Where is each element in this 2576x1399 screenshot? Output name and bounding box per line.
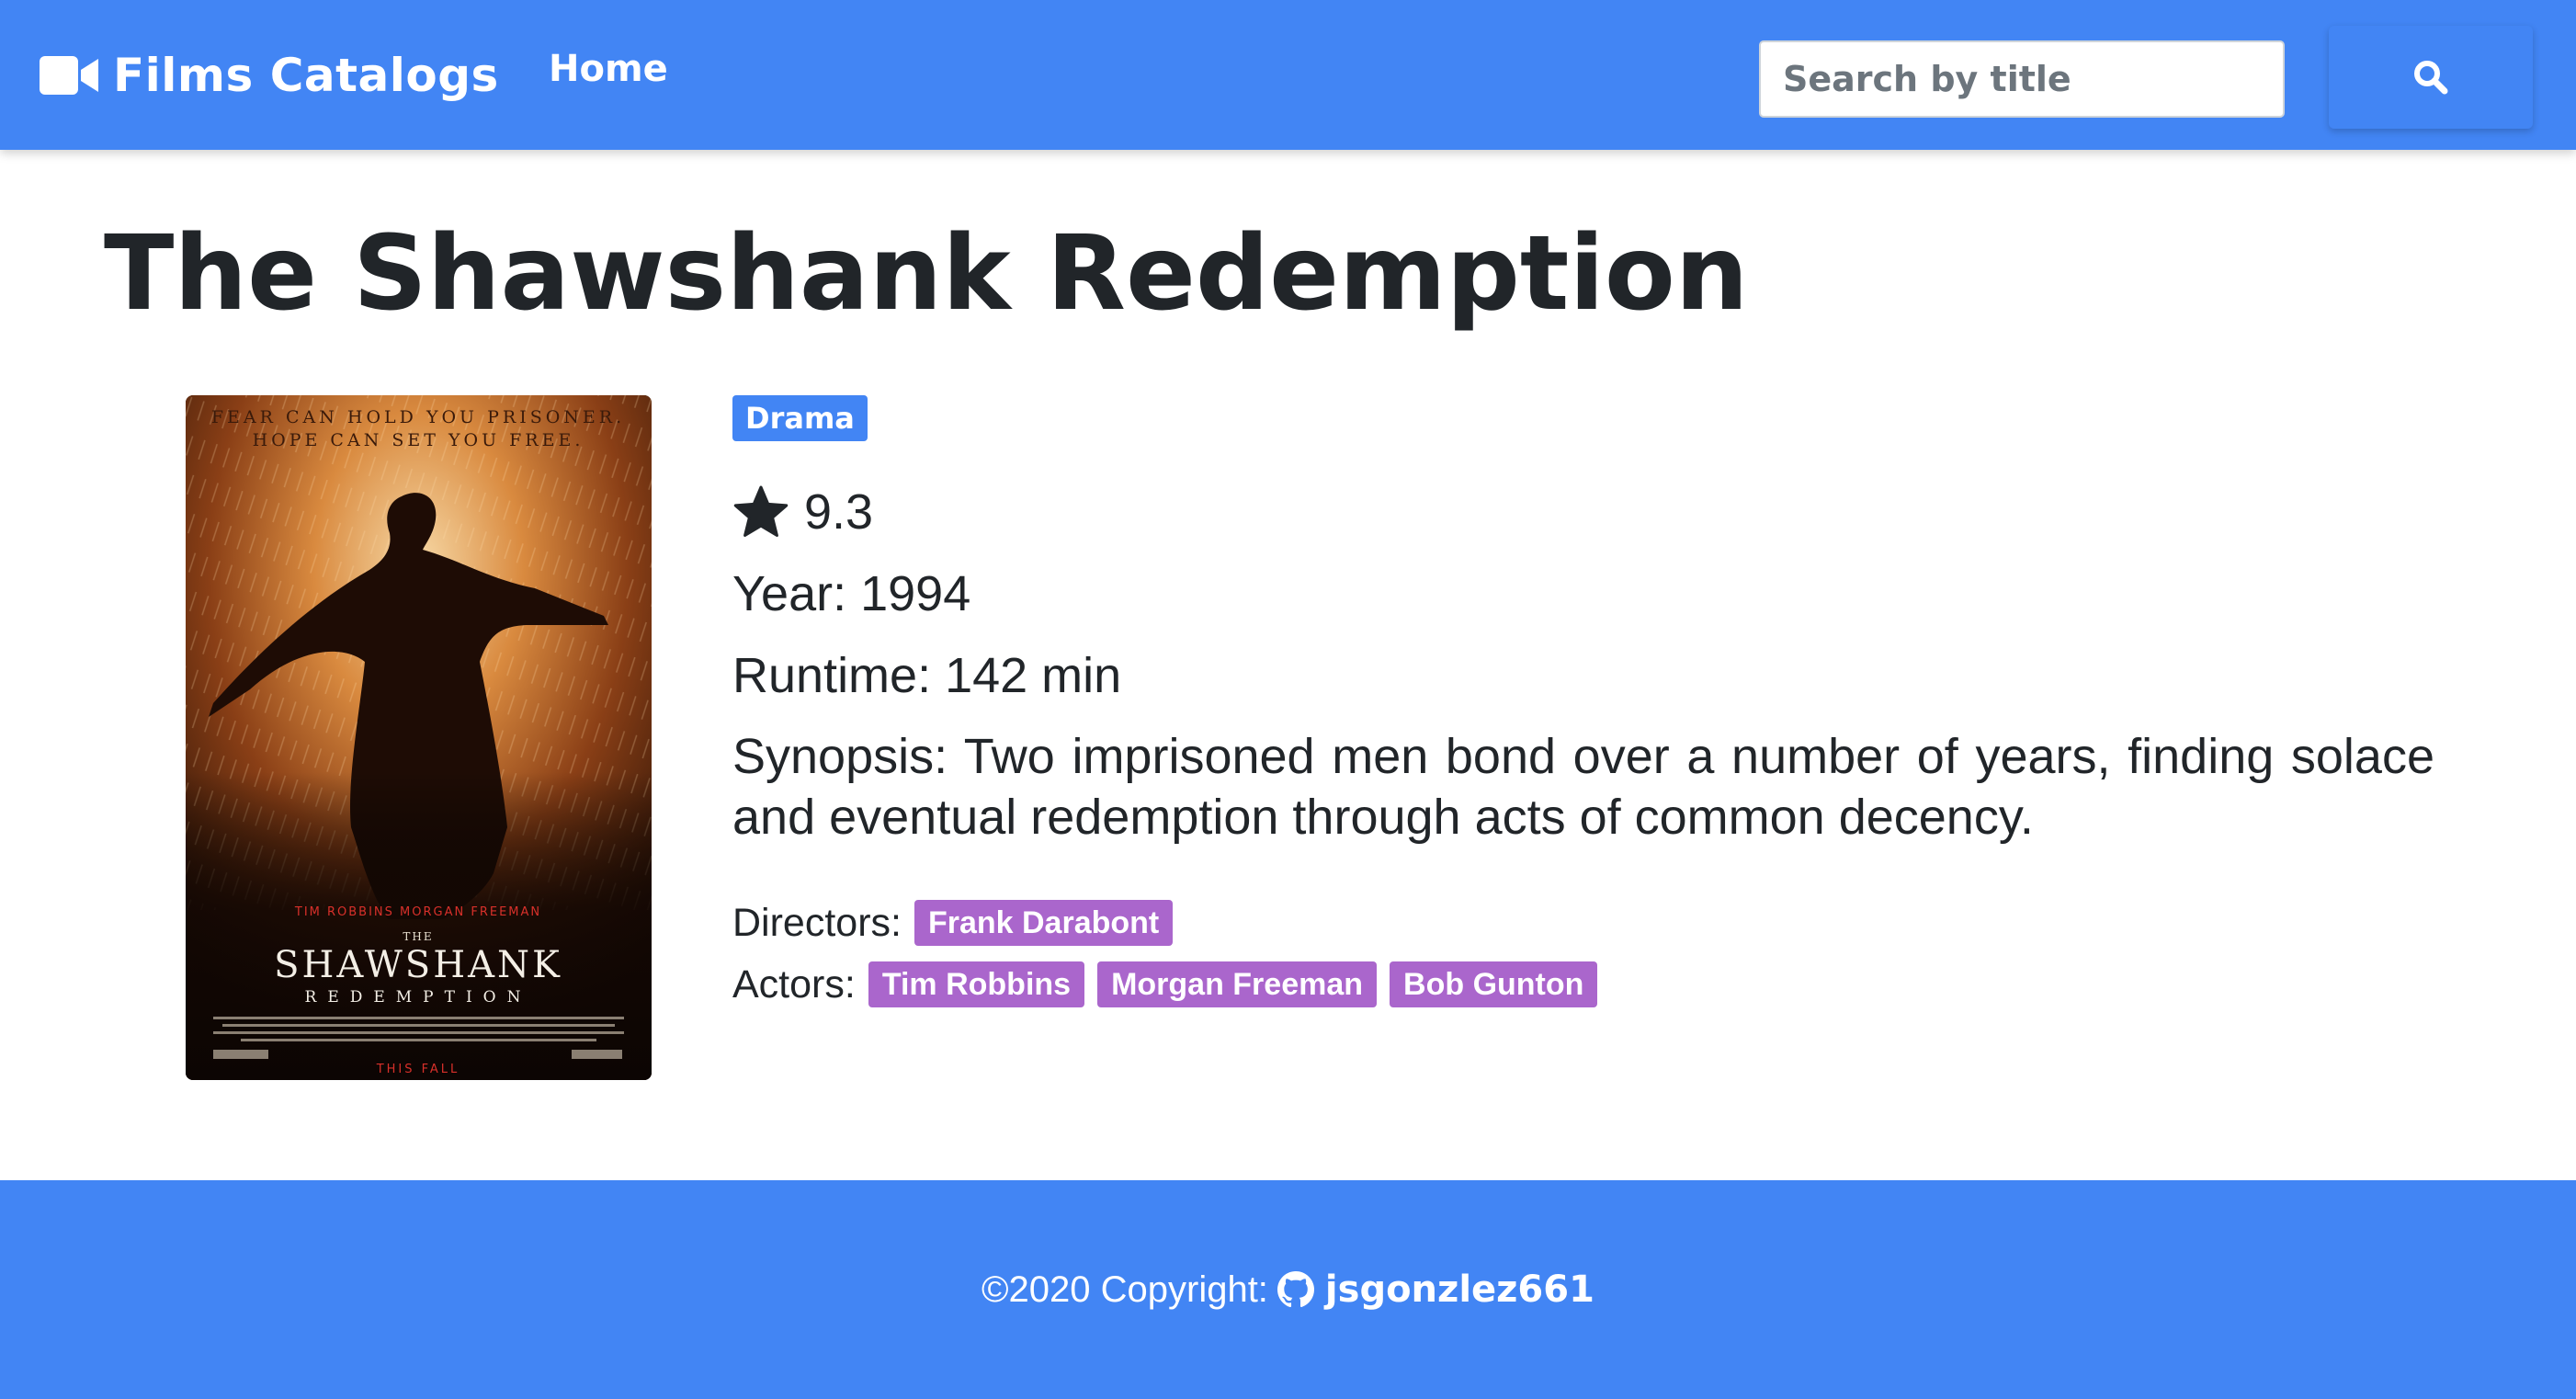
poster-tagline: HOPE CAN SET YOU FREE. bbox=[253, 430, 584, 450]
star-icon bbox=[733, 485, 789, 537]
github-user-link[interactable]: jsgonzlez661 bbox=[1325, 1268, 1594, 1311]
runtime-line: Runtime: 142 min bbox=[732, 648, 1122, 703]
actor-badge[interactable]: Morgan Freeman bbox=[1097, 961, 1378, 1007]
genre-badge[interactable]: Drama bbox=[732, 395, 868, 441]
search-input[interactable] bbox=[1759, 40, 2285, 118]
poster-release: THIS FALL bbox=[376, 1063, 460, 1076]
footer-copyright: ©2020 Copyright: jsgonzlez661 bbox=[0, 1180, 2576, 1399]
actor-badge[interactable]: Bob Gunton bbox=[1390, 961, 1598, 1007]
year-line: Year: 1994 bbox=[732, 566, 971, 621]
actors-label: Actors: bbox=[732, 962, 856, 1007]
nav-home-link[interactable]: Home bbox=[549, 48, 668, 90]
footer: ©2020 Copyright: jsgonzlez661 bbox=[0, 1180, 2576, 1399]
brand-title: Films Catalogs bbox=[113, 49, 499, 102]
brand-link[interactable]: Films Catalogs bbox=[40, 39, 499, 112]
poster-artwork: FEAR CAN HOLD YOU PRISONER. HOPE CAN SET… bbox=[186, 395, 652, 1080]
poster-tagline: FEAR CAN HOLD YOU PRISONER. bbox=[211, 407, 625, 427]
video-camera-icon bbox=[40, 56, 98, 95]
page-title: The Shawshank Redemption bbox=[104, 214, 1749, 334]
navbar: Films Catalogs Home bbox=[0, 0, 2576, 150]
poster-credits: TIM ROBBINS MORGAN FREEMAN bbox=[294, 905, 541, 919]
search-icon bbox=[2414, 61, 2448, 95]
copyright-text: ©2020 Copyright: bbox=[982, 1268, 1268, 1310]
poster-the: THE bbox=[403, 930, 433, 943]
rating-value: 9.3 bbox=[804, 484, 874, 540]
synopsis: Synopsis: Two imprisoned men bond over a… bbox=[732, 729, 2434, 845]
rating: 9.3 bbox=[732, 480, 873, 544]
github-icon bbox=[1277, 1271, 1314, 1308]
directors-label: Directors: bbox=[732, 901, 902, 945]
actors-row: Actors: Tim Robbins Morgan Freeman Bob G… bbox=[732, 959, 1610, 1010]
poster-subtitle: REDEMPTION bbox=[305, 988, 532, 1007]
poster-title: SHAWSHANK bbox=[274, 944, 562, 986]
actor-badge[interactable]: Tim Robbins bbox=[868, 961, 1085, 1007]
movie-poster: FEAR CAN HOLD YOU PRISONER. HOPE CAN SET… bbox=[186, 395, 652, 1080]
director-badge[interactable]: Frank Darabont bbox=[914, 900, 1174, 946]
search-button[interactable] bbox=[2329, 26, 2533, 129]
directors-row: Directors: Frank Darabont bbox=[732, 897, 1186, 949]
